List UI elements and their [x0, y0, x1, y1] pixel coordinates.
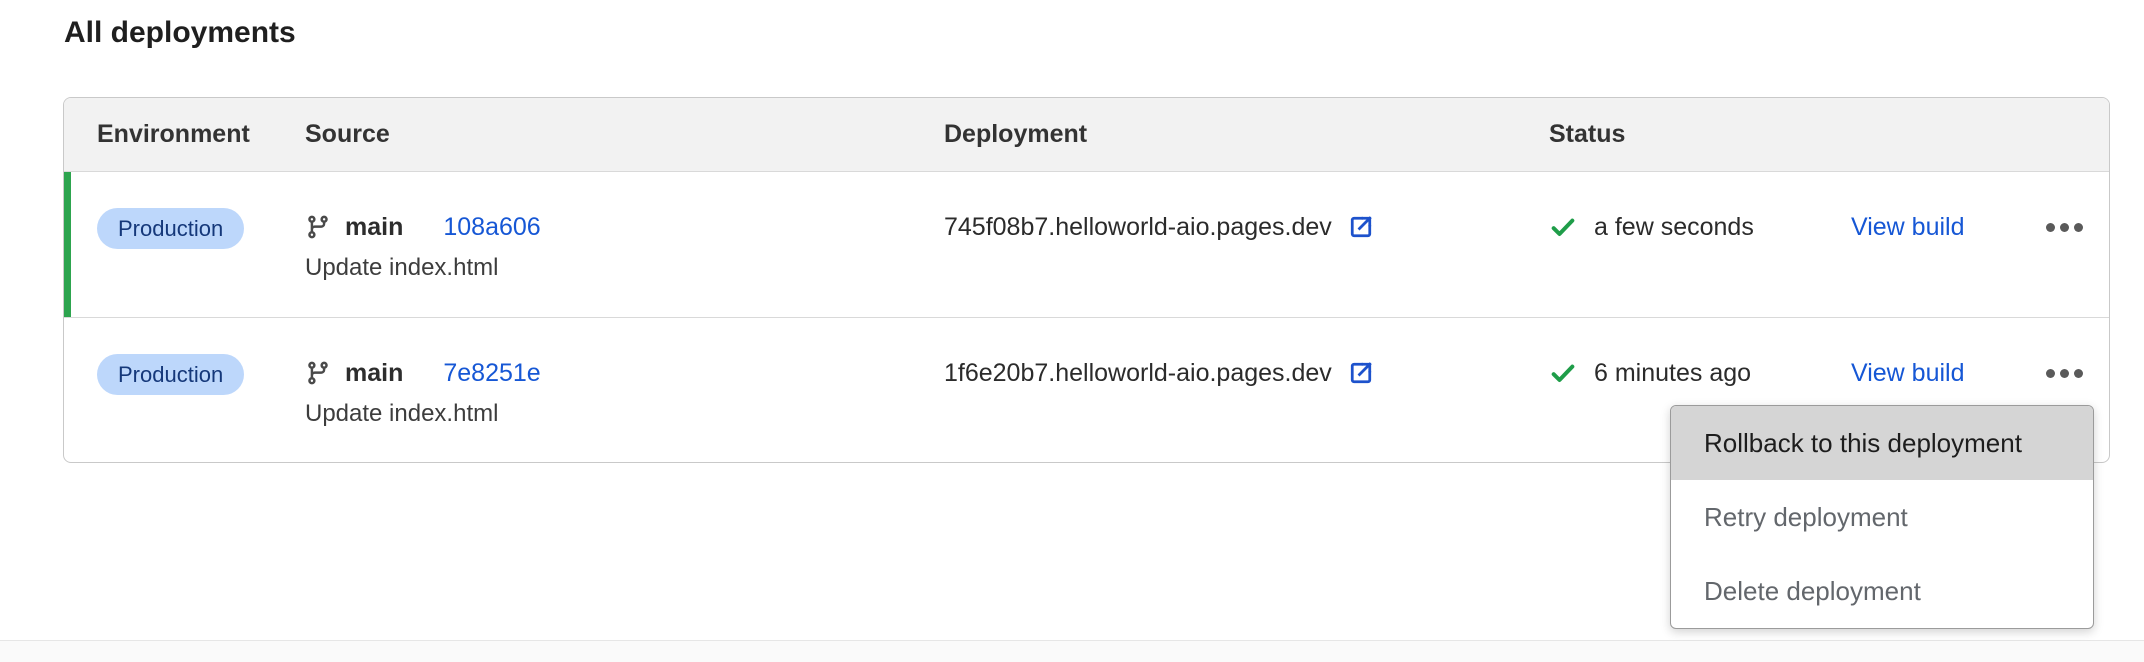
view-build-link[interactable]: View build [1851, 354, 2041, 392]
check-icon [1549, 359, 1577, 387]
column-header-deployment: Deployment [944, 120, 1549, 149]
commit-link[interactable]: 108a606 [443, 213, 540, 242]
view-build-link[interactable]: View build [1851, 208, 2041, 246]
row-menu-button[interactable] [2041, 354, 2087, 392]
environment-cell: Production [97, 354, 305, 395]
page-footer-edge [0, 641, 2144, 662]
menu-item-rollback[interactable]: Rollback to this deployment [1671, 406, 2093, 480]
ellipsis-icon [2046, 223, 2055, 232]
menu-item-delete[interactable]: Delete deployment [1671, 554, 2093, 628]
status-cell: a few seconds [1549, 208, 1851, 246]
external-link-icon[interactable] [1346, 358, 1376, 388]
environment-cell: Production [97, 208, 305, 249]
environment-badge: Production [97, 208, 244, 249]
commit-message: Update index.html [305, 252, 944, 284]
branch-name: main [345, 213, 403, 242]
commit-link[interactable]: 7e8251e [443, 359, 540, 388]
deployment-url: 745f08b7.helloworld-aio.pages.dev [944, 213, 1332, 242]
deployment-url: 1f6e20b7.helloworld-aio.pages.dev [944, 359, 1332, 388]
table-row: Production main 108a606 Update index.htm… [64, 172, 2109, 318]
status-cell: 6 minutes ago [1549, 354, 1851, 392]
check-icon [1549, 213, 1577, 241]
status-time: 6 minutes ago [1594, 359, 1751, 388]
deployment-context-menu: Rollback to this deployment Retry deploy… [1670, 405, 2094, 629]
source-cell: main 108a606 Update index.html [305, 208, 944, 284]
source-cell: main 7e8251e Update index.html [305, 354, 944, 430]
ellipsis-icon [2046, 369, 2055, 378]
external-link-icon[interactable] [1346, 212, 1376, 242]
column-header-environment: Environment [97, 120, 305, 149]
current-deployment-indicator [64, 172, 71, 317]
row-menu-button[interactable] [2041, 208, 2087, 246]
page-title: All deployments [64, 16, 296, 50]
git-branch-icon [305, 214, 331, 240]
deployment-cell: 1f6e20b7.helloworld-aio.pages.dev [944, 354, 1549, 392]
table-header-row: Environment Source Deployment Status [64, 98, 2109, 172]
environment-badge: Production [97, 354, 244, 395]
branch-name: main [345, 359, 403, 388]
column-header-status: Status [1549, 120, 1851, 149]
commit-message: Update index.html [305, 398, 944, 430]
column-header-source: Source [305, 120, 944, 149]
status-time: a few seconds [1594, 213, 1754, 242]
git-branch-icon [305, 360, 331, 386]
menu-item-retry[interactable]: Retry deployment [1671, 480, 2093, 554]
deployment-cell: 745f08b7.helloworld-aio.pages.dev [944, 208, 1549, 246]
